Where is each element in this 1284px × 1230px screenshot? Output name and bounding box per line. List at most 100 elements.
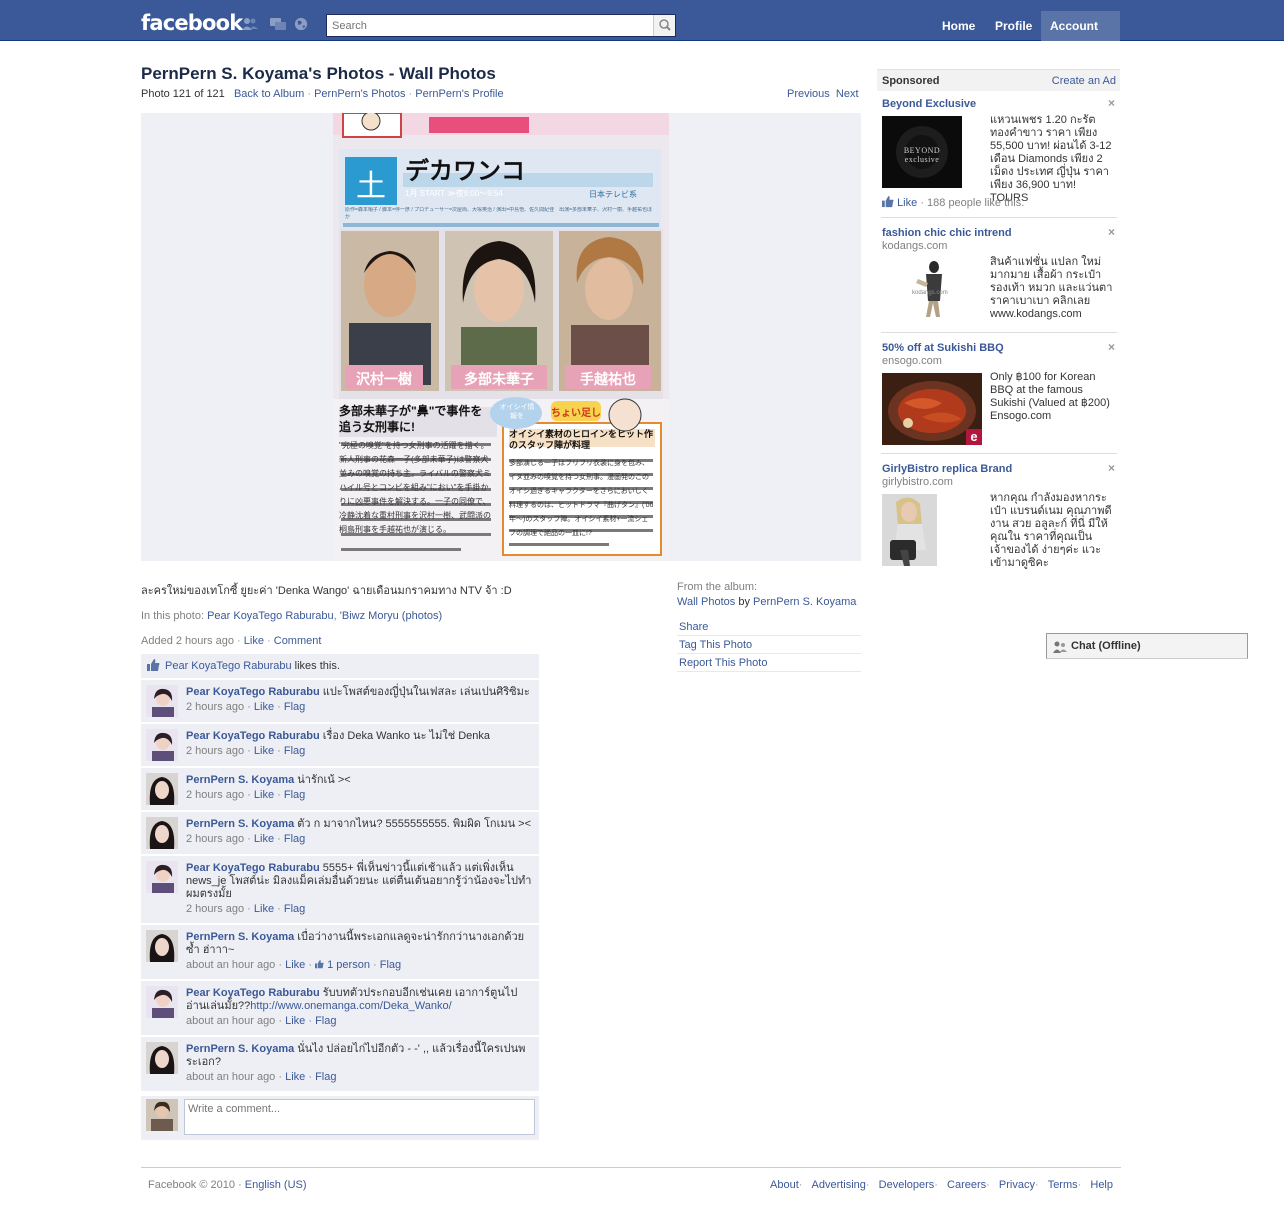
language-link[interactable]: English (US) xyxy=(245,1179,307,1191)
next-link[interactable]: Next xyxy=(836,88,859,100)
report-photo-link[interactable]: Report This Photo xyxy=(677,654,861,672)
comment-item: Pear KoyaTego Raburabu เรื่อง Deka Wanko… xyxy=(141,724,539,766)
footer-link-advertising[interactable]: Advertising xyxy=(812,1179,866,1191)
comment-like-link[interactable]: Like xyxy=(254,903,274,915)
comment-author-link[interactable]: Pear KoyaTego Raburabu xyxy=(186,730,320,742)
comment-flag-link[interactable]: Flag xyxy=(315,1015,336,1027)
comment-author-link[interactable]: PernPern S. Koyama xyxy=(186,774,294,786)
main-photo[interactable]: 土 デカワンコ 1月 START ≫夜9:00〜9:54 日本テレビ系 原作=森… xyxy=(333,113,669,561)
comment-likes-count-link[interactable]: 1 person xyxy=(327,959,370,971)
photo-bubble: オイシイ情報を xyxy=(499,404,535,420)
comment-like-link[interactable]: Like xyxy=(254,745,274,757)
nav-home[interactable]: Home xyxy=(933,11,984,41)
photo-day-badge: 土 xyxy=(356,169,386,204)
footer-link-developers[interactable]: Developers xyxy=(879,1179,935,1191)
ad-text: สินค้าแฟชั่น แปลก ใหม่ มากมาย เสื้อผ้า ก… xyxy=(990,256,1113,320)
close-icon[interactable]: × xyxy=(1108,225,1115,239)
avatar[interactable] xyxy=(146,685,178,717)
chat-bar[interactable]: Chat (Offline) xyxy=(1046,633,1248,659)
comment-author-link[interactable]: PernPern S. Koyama xyxy=(186,931,294,943)
previous-link[interactable]: Previous xyxy=(787,88,830,100)
comment-author-link[interactable]: Pear KoyaTego Raburabu xyxy=(186,686,320,698)
comment-flag-link[interactable]: Flag xyxy=(284,701,305,713)
ad-item: Beyond Exclusive × BEYOND exclusive แหวน… xyxy=(881,96,1117,214)
ad-image[interactable]: kodangs.com xyxy=(882,257,962,325)
share-link[interactable]: Share xyxy=(677,618,861,636)
footer: Facebook © 2010 · English (US) About· Ad… xyxy=(141,1167,1121,1191)
ad-title-link[interactable]: fashion chic chic intrend xyxy=(882,227,1012,239)
sponsored-title: Sponsored xyxy=(882,75,940,87)
ad-divider xyxy=(881,332,1117,333)
comment-flag-link[interactable]: Flag xyxy=(284,789,305,801)
avatar[interactable] xyxy=(146,930,178,962)
nav-profile[interactable]: Profile xyxy=(986,11,1041,41)
ad-title-link[interactable]: Beyond Exclusive xyxy=(882,98,976,110)
tagged-photos-link[interactable]: photos xyxy=(405,610,438,622)
album-by: by xyxy=(738,596,750,608)
comment-author-link[interactable]: Pear KoyaTego Raburabu xyxy=(186,862,320,874)
back-to-album-link[interactable]: Back to Album xyxy=(234,88,304,100)
ad-title-link[interactable]: GirlyBistro replica Brand xyxy=(882,463,1012,475)
comment-like-link[interactable]: Like xyxy=(285,1071,305,1083)
like-photo-link[interactable]: Like xyxy=(244,635,264,647)
comment-flag-link[interactable]: Flag xyxy=(284,903,305,915)
comment-author-link[interactable]: PernPern S. Koyama xyxy=(186,818,294,830)
comment-flag-link[interactable]: Flag xyxy=(315,1071,336,1083)
comment-url-link[interactable]: http://www.onemanga.com/Deka_Wanko/ xyxy=(250,1000,451,1012)
avatar[interactable] xyxy=(146,986,178,1018)
comment-like-link[interactable]: Like xyxy=(254,701,274,713)
comment-like-link[interactable]: Like xyxy=(254,789,274,801)
comment-input[interactable] xyxy=(184,1099,535,1135)
comment-author-link[interactable]: PernPern S. Koyama xyxy=(186,1043,294,1055)
avatar[interactable] xyxy=(146,773,178,805)
footer-link-about[interactable]: About xyxy=(770,1179,799,1191)
comment-like-link[interactable]: Like xyxy=(285,959,305,971)
album-link[interactable]: Wall Photos xyxy=(677,596,735,608)
search-button[interactable] xyxy=(653,15,675,36)
tag-photo-link[interactable]: Tag This Photo xyxy=(677,636,861,654)
comment-like-link[interactable]: Like xyxy=(254,833,274,845)
comment-flag-link[interactable]: Flag xyxy=(284,833,305,845)
ad-image[interactable] xyxy=(882,494,937,566)
comment-body: Pear KoyaTego Raburabu เรื่อง Deka Wanko… xyxy=(186,730,491,757)
ad-image[interactable]: e xyxy=(882,373,982,445)
messages-icon[interactable] xyxy=(270,17,286,31)
ad-title-link[interactable]: 50% off at Sukishi BBQ xyxy=(882,342,1004,354)
album-owner-link[interactable]: PernPern S. Koyama xyxy=(753,596,856,608)
comment-flag-link[interactable]: Flag xyxy=(380,959,401,971)
avatar[interactable] xyxy=(146,817,178,849)
nav-account-label: Account xyxy=(1050,19,1098,33)
footer-link-terms[interactable]: Terms xyxy=(1048,1179,1078,1191)
avatar[interactable] xyxy=(146,729,178,761)
photo-caption: ละครใหม่ของเทโกซี้ ยูยะค่า 'Denka Wango'… xyxy=(141,585,512,597)
avatar[interactable] xyxy=(146,861,178,893)
comment-item: PernPern S. Koyama น่ารักเน้ >< 2 hours … xyxy=(141,768,539,810)
footer-link-help[interactable]: Help xyxy=(1090,1179,1113,1191)
avatar[interactable] xyxy=(146,1042,178,1074)
create-ad-link[interactable]: Create an Ad xyxy=(1052,75,1116,87)
friend-requests-icon[interactable] xyxy=(242,17,258,31)
notifications-globe-icon[interactable] xyxy=(293,17,309,31)
photo-pager: Previous Next xyxy=(787,88,859,100)
comment-photo-link[interactable]: Comment xyxy=(274,635,322,647)
search-input[interactable] xyxy=(327,15,653,36)
ad-like-link[interactable]: Like xyxy=(897,197,917,209)
close-icon[interactable]: × xyxy=(1108,96,1115,110)
owners-photos-link[interactable]: PernPern's Photos xyxy=(314,88,405,100)
close-icon[interactable]: × xyxy=(1108,340,1115,354)
owners-profile-link[interactable]: PernPern's Profile xyxy=(415,88,503,100)
close-icon[interactable]: × xyxy=(1108,461,1115,475)
comment-flag-link[interactable]: Flag xyxy=(284,745,305,757)
footer-link-careers[interactable]: Careers xyxy=(947,1179,986,1191)
facebook-logo[interactable]: facebook xyxy=(141,11,243,35)
comment-author-link[interactable]: Pear KoyaTego Raburabu xyxy=(186,987,320,999)
avatar-image xyxy=(146,930,178,962)
tagged-person-link[interactable]: Pear KoyaTego Raburabu xyxy=(207,610,334,622)
write-comment-row xyxy=(141,1096,539,1140)
liker-link[interactable]: Pear KoyaTego Raburabu xyxy=(165,660,292,672)
comment-like-link[interactable]: Like xyxy=(285,1015,305,1027)
footer-link-privacy[interactable]: Privacy xyxy=(999,1179,1035,1191)
nav-account[interactable]: Account xyxy=(1041,11,1120,59)
tagged-person-link[interactable]: 'Biwz Moryu xyxy=(340,610,399,622)
ad-image[interactable]: BEYOND exclusive xyxy=(882,116,962,188)
